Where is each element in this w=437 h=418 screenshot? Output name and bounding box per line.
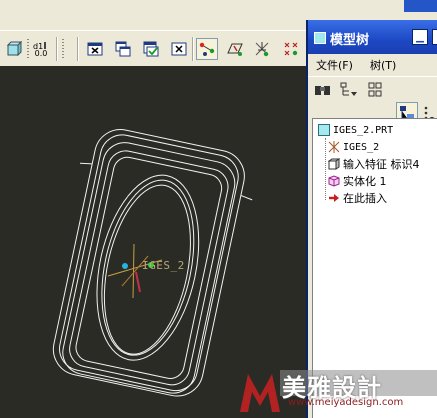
tree-item-label: IGES_2.PRT bbox=[333, 124, 394, 136]
model-tree-titlebar: 模型树 ▁ bbox=[308, 20, 437, 54]
csys-display-icon[interactable] bbox=[252, 38, 274, 60]
activate-window-icon[interactable] bbox=[140, 38, 162, 60]
tree-item-label: 输入特征 标识4 bbox=[343, 158, 420, 171]
model-tree-menubar: 文件(F) 树(T) bbox=[308, 54, 437, 74]
tree-filter-icon[interactable] bbox=[338, 79, 360, 101]
toolbar-grip bbox=[62, 39, 64, 59]
menu-file[interactable]: 文件(F) bbox=[316, 57, 353, 73]
point-display-icon[interactable] bbox=[280, 38, 302, 60]
toolbar-separator bbox=[56, 37, 58, 61]
tree-item-import-feature[interactable]: 输入特征 标识4 bbox=[327, 156, 420, 172]
toolbar-separator bbox=[192, 37, 194, 61]
tree-item-label: 实体化 1 bbox=[343, 175, 387, 188]
insert-here-arrow-icon bbox=[327, 192, 340, 205]
datum-axis-icon[interactable] bbox=[196, 38, 218, 60]
solidify-icon bbox=[327, 175, 340, 188]
import-feature-icon bbox=[327, 158, 340, 171]
close-icon[interactable] bbox=[168, 38, 190, 60]
model-tree-window-icon bbox=[314, 32, 326, 44]
tree-item-label: 在此插入 bbox=[343, 192, 387, 205]
window-icon[interactable] bbox=[112, 38, 134, 60]
menu-tree[interactable]: 树(T) bbox=[370, 57, 396, 73]
minimize-icon[interactable]: ▁ bbox=[412, 29, 428, 45]
model-tree-title: 模型树 bbox=[330, 33, 370, 48]
find-icon[interactable] bbox=[312, 79, 334, 101]
tree-item-label: IGES_2 bbox=[343, 141, 380, 153]
csys-icon bbox=[327, 141, 340, 154]
tree-item-part[interactable]: IGES_2.PRT bbox=[317, 122, 393, 138]
part-icon bbox=[317, 124, 330, 137]
sketch-precision-button[interactable]: d1 0.0 bbox=[30, 38, 52, 60]
watermark-url: www.meiyadesign.com bbox=[288, 397, 404, 408]
tree-item-csys[interactable]: IGES_2 bbox=[327, 139, 379, 155]
view-box-icon[interactable] bbox=[3, 38, 25, 60]
model-csys-label: IGES_2 bbox=[142, 259, 185, 272]
tree-columns-icon[interactable] bbox=[364, 79, 386, 101]
close-window-icon[interactable] bbox=[84, 38, 106, 60]
toolbar-grip bbox=[27, 39, 29, 59]
sketch-precision-badge: 0.0 bbox=[34, 48, 48, 58]
maximize-icon[interactable] bbox=[432, 29, 437, 45]
main-toolbar: d1 0.0 bbox=[0, 30, 306, 68]
tree-item-solidify[interactable]: 实体化 1 bbox=[327, 173, 387, 189]
datum-plane-icon[interactable] bbox=[224, 38, 246, 60]
watermark: 美雅設計 www.meiyadesign.com bbox=[238, 366, 437, 418]
model-tree-panel: 模型树 ▁ 文件(F) 树(T) IGES_2.PRT IGES_2 输入特征 … bbox=[306, 20, 437, 418]
toolbar-separator bbox=[77, 37, 79, 61]
tree-item-insert-here[interactable]: 在此插入 bbox=[327, 190, 387, 206]
window-titlebar-corner bbox=[404, 0, 437, 12]
